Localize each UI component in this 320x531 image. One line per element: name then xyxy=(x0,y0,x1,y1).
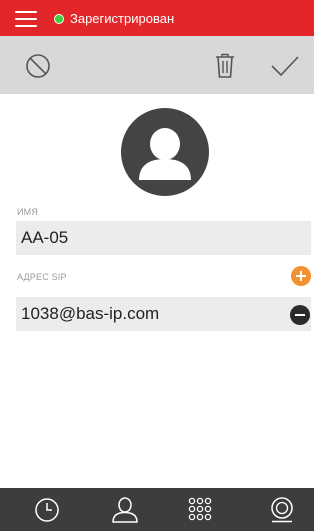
nav-history-button[interactable] xyxy=(34,497,60,528)
minus-icon xyxy=(295,314,305,316)
add-sip-button[interactable] xyxy=(291,266,311,286)
nav-camera-button[interactable] xyxy=(269,497,295,528)
plus-icon xyxy=(296,271,306,281)
dialpad-icon xyxy=(188,497,212,521)
bottom-navigation xyxy=(0,488,314,531)
remove-sip-button[interactable] xyxy=(290,305,310,325)
cancel-icon xyxy=(26,54,50,78)
registration-status-dot xyxy=(54,14,64,24)
name-field[interactable]: AA-05 xyxy=(16,221,311,255)
person-icon xyxy=(139,128,191,180)
name-label: ИМЯ xyxy=(17,207,39,217)
person-outline-icon xyxy=(112,497,138,523)
sip-address-label: АДРЕС SIP xyxy=(17,272,67,282)
action-toolbar xyxy=(0,36,314,94)
nav-dialpad-button[interactable] xyxy=(188,497,212,528)
trash-icon xyxy=(216,53,234,78)
contact-avatar[interactable] xyxy=(121,108,209,196)
registration-status-text: Зарегистрирован xyxy=(70,11,175,26)
delete-button[interactable] xyxy=(214,53,236,79)
contact-edit-screen: Зарегистрирован ИМЯ AA-05 АДРЕС SIP 1038… xyxy=(0,0,314,531)
clock-icon xyxy=(35,498,59,522)
cancel-button[interactable] xyxy=(25,53,51,79)
menu-icon[interactable] xyxy=(15,11,37,27)
camera-icon xyxy=(271,497,293,523)
nav-contacts-button[interactable] xyxy=(111,497,139,528)
save-button[interactable] xyxy=(270,55,300,77)
checkmark-icon xyxy=(271,56,299,77)
sip-address-field[interactable]: 1038@bas-ip.com xyxy=(16,297,311,331)
status-bar: Зарегистрирован xyxy=(0,0,314,36)
